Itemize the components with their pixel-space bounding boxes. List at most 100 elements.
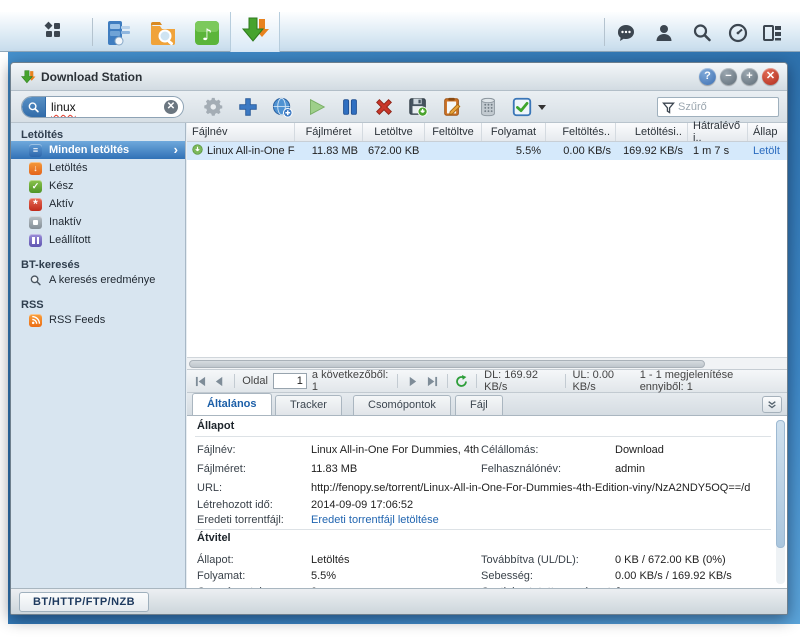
first-page-icon[interactable] <box>193 373 208 389</box>
search-input[interactable]: linux <box>46 100 164 114</box>
destination-label: Célállomás: <box>481 444 538 456</box>
column-header-upload-speed[interactable]: Feltöltés.. <box>546 123 616 141</box>
transferred-value: 0 KB / 672.00 KB (0%) <box>615 554 726 566</box>
download-original-torrent-link[interactable]: Eredeti torrentfájl letöltése <box>311 514 439 526</box>
select-dropdown-caret-icon[interactable] <box>538 105 546 110</box>
resource-monitor-icon[interactable] <box>726 21 750 45</box>
column-header-uploaded[interactable]: Feltöltve <box>425 123 482 141</box>
details-scrollbar[interactable] <box>776 420 785 584</box>
column-header-downloaded[interactable]: Letöltve <box>363 123 425 141</box>
items-summary: 1 - 1 megjelenítése ennyiből: 1 <box>640 369 781 393</box>
next-page-icon[interactable] <box>405 373 420 389</box>
ul-speed-status: UL: 0.00 KB/s <box>572 369 634 393</box>
url-label: URL: <box>197 482 222 494</box>
column-header-download-speed[interactable]: Letöltési.. <box>616 123 688 141</box>
state-value: Letöltés <box>311 554 350 566</box>
search-icon[interactable] <box>690 21 714 45</box>
window-toolbar: linux ✕ <box>11 91 787 123</box>
sidebar-item-search-results[interactable]: A keresés eredménye <box>11 271 185 289</box>
download-station-taskbar-button[interactable] <box>230 12 280 52</box>
speed-label: Sebesség: <box>481 570 533 582</box>
row-remaining: 1 m 7 s <box>688 142 748 160</box>
tab-tracker[interactable]: Tracker <box>275 395 342 415</box>
window-titlebar[interactable]: Download Station ? − + ✕ <box>11 63 787 91</box>
minimize-button[interactable]: − <box>720 68 737 85</box>
detail-tabs: Általános Tracker Csomópontok Fájl <box>187 393 787 416</box>
horizontal-scrollbar-thumb[interactable] <box>189 360 705 368</box>
notifications-icon[interactable] <box>614 21 638 45</box>
dl-speed-status: DL: 169.92 KB/s <box>484 369 557 393</box>
window-title: Download Station <box>41 70 142 84</box>
screen: ♪ Download Station <box>0 0 800 640</box>
close-button[interactable]: ✕ <box>762 68 779 85</box>
page-input[interactable] <box>273 373 307 389</box>
completed-icon: ✓ <box>29 180 42 193</box>
sidebar-item-completed[interactable]: ✓ Kész <box>11 177 185 195</box>
taskbar-separator <box>604 18 605 46</box>
refresh-icon[interactable] <box>455 373 470 389</box>
column-header-filesize[interactable]: Fájlméret <box>295 123 363 141</box>
rss-icon <box>29 314 42 327</box>
url-value: http://fenopy.se/torrent/Linux-All-in-On… <box>311 482 771 494</box>
footer-tab-bt-http-ftp-nzb[interactable]: BT/HTTP/FTP/NZB <box>19 592 149 612</box>
state-label: Állapot: <box>197 554 234 566</box>
chevron-right-icon: › <box>174 142 178 157</box>
audio-station-icon[interactable]: ♪ <box>192 18 222 48</box>
original-torrent-label: Eredeti torrentfájl: <box>197 514 284 526</box>
select-icon[interactable] <box>509 95 535 119</box>
tab-file[interactable]: Fájl <box>455 395 503 415</box>
details-panel: Állapot Fájlnév: Linux All-in-One For Du… <box>187 416 787 588</box>
filter-input[interactable] <box>678 101 768 113</box>
save-icon[interactable] <box>405 95 431 119</box>
row-download-speed: 169.92 KB/s <box>616 142 688 160</box>
row-uploaded <box>425 142 482 160</box>
pause-icon[interactable] <box>337 95 363 119</box>
section-title-transfer: Átvitel <box>197 532 231 544</box>
tab-general[interactable]: Általános <box>192 393 272 415</box>
help-button[interactable]: ? <box>699 68 716 85</box>
sidebar-item-inactive[interactable]: Inaktív <box>11 213 185 231</box>
filesize-label: Fájlméret: <box>197 463 246 475</box>
column-header-filename[interactable]: Fájlnév <box>187 123 295 141</box>
column-header-progress[interactable]: Folyamat <box>482 123 546 141</box>
settings-gear-icon[interactable] <box>201 95 227 119</box>
edit-icon[interactable] <box>439 95 465 119</box>
sidebar-item-stopped[interactable]: Leállított <box>11 231 185 249</box>
sidebar-item-all-downloads[interactable]: ≡ Minden letöltés › <box>11 141 185 159</box>
filename-label: Fájlnév: <box>197 444 236 456</box>
taskbar: ♪ <box>0 12 800 52</box>
previous-page-icon[interactable] <box>213 373 228 389</box>
last-page-icon[interactable] <box>425 373 440 389</box>
username-value: admin <box>615 463 645 475</box>
maximize-button[interactable]: + <box>741 68 758 85</box>
filter-box[interactable] <box>657 97 779 117</box>
speed-value: 0.00 KB/s / 169.92 KB/s <box>615 570 732 582</box>
table-row[interactable]: Linux All-in-One For... 11.83 MB 672.00 … <box>187 142 787 160</box>
add-url-icon[interactable] <box>269 95 295 119</box>
add-download-icon[interactable] <box>235 95 261 119</box>
pilot-view-icon[interactable] <box>760 21 784 45</box>
search-go-icon[interactable] <box>22 96 46 118</box>
user-icon[interactable] <box>652 21 676 45</box>
row-filename: Linux All-in-One For... <box>207 145 295 157</box>
resume-icon[interactable] <box>303 95 329 119</box>
tab-peers[interactable]: Csomópontok <box>353 395 451 415</box>
column-header-status[interactable]: Állap <box>748 123 787 141</box>
column-header-remaining[interactable]: Hátralévő i.. <box>688 123 748 141</box>
bt-search-box[interactable]: linux ✕ <box>21 96 184 118</box>
package-center-icon[interactable] <box>104 18 134 48</box>
progress-label: Folyamat: <box>197 570 245 582</box>
window-app-icon <box>20 69 36 90</box>
details-scrollbar-thumb[interactable] <box>776 420 785 548</box>
delete-icon[interactable] <box>371 95 397 119</box>
clear-icon[interactable] <box>475 95 501 119</box>
sidebar-item-active[interactable]: * Aktív <box>11 195 185 213</box>
sidebar-item-downloading[interactable]: ↓ Letöltés <box>11 159 185 177</box>
pagination-bar: Oldal a következőből: 1 DL: 169.92 KB/s … <box>187 370 787 393</box>
collapse-details-button[interactable] <box>762 396 782 413</box>
sidebar-item-rss-feeds[interactable]: RSS Feeds <box>11 311 185 329</box>
inactive-icon <box>29 216 42 229</box>
file-station-icon[interactable] <box>148 18 178 48</box>
main-menu-button[interactable] <box>26 18 80 46</box>
search-clear-icon[interactable]: ✕ <box>164 100 178 114</box>
